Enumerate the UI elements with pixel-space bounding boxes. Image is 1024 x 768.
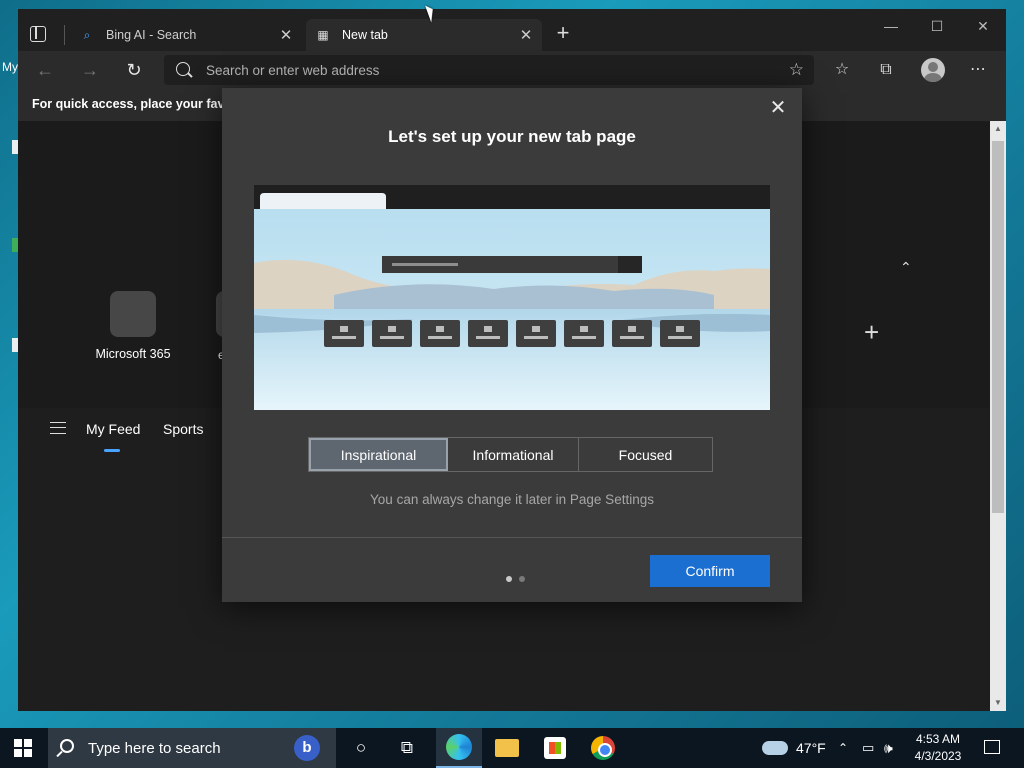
- refresh-icon[interactable]: ↻: [123, 59, 145, 81]
- pager-dot[interactable]: [519, 576, 525, 582]
- preview-illustration: [254, 185, 770, 410]
- window-close-icon[interactable]: ✕: [960, 15, 1006, 37]
- quick-link-microsoft-365[interactable]: Microsoft 365: [93, 291, 173, 361]
- option-focused[interactable]: Focused: [579, 438, 712, 471]
- volume-icon[interactable]: 🕪: [884, 728, 893, 768]
- collections-icon[interactable]: ⧉: [875, 59, 897, 81]
- settings-hint: You can always change it later in Page S…: [370, 492, 654, 507]
- bing-icon[interactable]: b: [294, 735, 320, 761]
- tab-title: Bing AI - Search: [106, 28, 197, 42]
- scrollbar-thumb[interactable]: [992, 141, 1004, 513]
- profile-avatar[interactable]: [921, 58, 945, 82]
- dialog-divider: [222, 537, 802, 538]
- option-inspirational[interactable]: Inspirational: [309, 438, 448, 471]
- cloud-icon: [762, 741, 788, 755]
- address-input-placeholder[interactable]: Search or enter web address: [206, 63, 379, 78]
- tab-new-tab[interactable]: ▦ New tab ✕: [306, 19, 542, 51]
- tab-actions-icon[interactable]: [30, 26, 46, 42]
- address-bar[interactable]: Search or enter web address ☆: [164, 55, 814, 85]
- add-favorite-icon[interactable]: ☆: [789, 60, 804, 80]
- taskbar: Type here to search b ○ ⧉ 47°F ⌃ ▭ 🕪 4:5…: [0, 728, 1024, 768]
- taskbar-search-placeholder[interactable]: Type here to search: [88, 740, 221, 757]
- tab-bing-ai[interactable]: ⌕ Bing AI - Search ✕: [70, 19, 302, 51]
- page-scrollbar[interactable]: ▲ ▼: [990, 121, 1006, 711]
- task-view-icon[interactable]: ⧉: [384, 728, 430, 768]
- scroll-up-arrow-icon[interactable]: ▲: [990, 121, 1006, 137]
- favorites-bar-hint: For quick access, place your favorit: [32, 97, 245, 111]
- dialog-title: Let's set up your new tab page: [388, 127, 636, 146]
- clock-date: 4/3/2023: [914, 749, 962, 763]
- setup-dialog: ✕ Let's set up your new tab page Inspira…: [222, 88, 802, 602]
- windows-start-icon[interactable]: [14, 739, 32, 757]
- option-informational[interactable]: Informational: [448, 438, 579, 471]
- collapse-chevron-icon[interactable]: ⌃: [900, 259, 912, 276]
- more-menu-icon[interactable]: ⋯: [967, 59, 989, 81]
- clock-time: 4:53 AM: [915, 732, 961, 746]
- browser-toolbar: ← → ↻ Search or enter web address ☆ ☆ ⧉ …: [18, 51, 1006, 89]
- weather-widget[interactable]: 47°F: [762, 728, 826, 768]
- new-tab-button[interactable]: +: [552, 22, 574, 45]
- feed-tab-my-feed[interactable]: My Feed: [86, 421, 140, 437]
- clock[interactable]: 4:53 AM 4/3/2023: [906, 731, 970, 765]
- quick-link-label: Microsoft 365: [95, 347, 171, 361]
- feed-tab-sports[interactable]: Sports: [163, 421, 203, 437]
- newtab-page-icon: ▦: [317, 28, 329, 42]
- back-icon[interactable]: ←: [34, 59, 56, 81]
- tab-strip: ⌕ Bing AI - Search ✕ ▦ New tab ✕ + — ☐ ✕: [18, 9, 1006, 51]
- pager-dot-active[interactable]: [506, 576, 512, 582]
- cortana-icon[interactable]: ○: [338, 728, 384, 768]
- file-explorer-icon[interactable]: [484, 728, 530, 768]
- add-quick-link-icon[interactable]: +: [864, 317, 879, 348]
- taskbar-search[interactable]: Type here to search b: [48, 728, 336, 768]
- chrome-icon[interactable]: [580, 728, 626, 768]
- quick-link-tile: [110, 291, 156, 337]
- edge-taskbar-icon[interactable]: [436, 728, 482, 768]
- tab-separator: [64, 25, 65, 45]
- tab-title: New tab: [342, 28, 388, 42]
- weather-temperature: 47°F: [796, 740, 826, 756]
- tab-close-icon[interactable]: ✕: [516, 26, 536, 44]
- search-icon: [60, 739, 74, 753]
- search-icon: [176, 62, 190, 76]
- pager-dots: [506, 569, 532, 587]
- hamburger-menu-icon[interactable]: [50, 422, 66, 434]
- tab-close-icon[interactable]: ✕: [276, 26, 296, 44]
- layout-preview-image: [254, 185, 770, 410]
- desktop-icon-label[interactable]: My: [2, 60, 18, 74]
- tray-chevron-icon[interactable]: ⌃: [838, 728, 848, 768]
- minimize-icon[interactable]: —: [868, 15, 914, 37]
- forward-icon[interactable]: →: [79, 59, 101, 81]
- scroll-down-arrow-icon[interactable]: ▼: [990, 695, 1006, 711]
- search-icon: ⌕: [83, 27, 91, 42]
- microsoft-store-icon[interactable]: [532, 728, 578, 768]
- network-icon[interactable]: ▭: [862, 728, 874, 768]
- dialog-close-icon[interactable]: ✕: [766, 96, 790, 120]
- active-tab-indicator: [104, 449, 120, 452]
- layout-options: Inspirational Informational Focused: [308, 437, 713, 472]
- maximize-icon[interactable]: ☐: [914, 15, 960, 37]
- confirm-button[interactable]: Confirm: [650, 555, 770, 587]
- notifications-icon[interactable]: [984, 740, 1000, 754]
- favorites-icon[interactable]: ☆: [831, 59, 853, 81]
